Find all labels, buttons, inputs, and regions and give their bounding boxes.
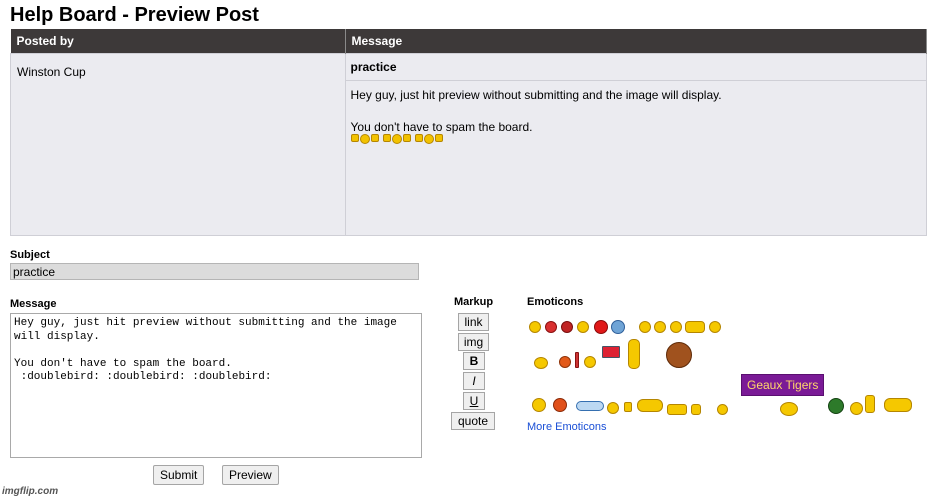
bird-hand-icon [350,134,359,142]
underline-button[interactable]: U [463,392,485,410]
subject-input[interactable] [10,263,419,280]
wink-emoticon-icon[interactable] [639,321,651,333]
subject-label: Subject [10,249,50,261]
link-button[interactable]: link [458,313,489,331]
bird-hand-icon [370,134,379,142]
bold-button[interactable]: B [463,352,485,370]
smile-small-emoticon-icon[interactable] [717,404,728,415]
grin-emoticon-icon[interactable] [670,321,682,333]
sign-holder-emoticon-icon[interactable] [780,402,798,416]
happy-emoticon-icon[interactable] [709,321,721,333]
doublebird-small-emoticon-icon[interactable] [667,404,687,415]
author-cell: Winston Cup [10,53,346,236]
posted-by-header: Posted by [10,29,346,54]
preview-content-row: Winston Cup practice Hey guy, just hit p… [10,53,927,236]
preview-header-row: Posted by Message [10,29,927,54]
cool-emoticon-icon[interactable] [559,356,571,368]
mad-emoticon-icon[interactable] [561,321,573,333]
dive-emoticon-icon[interactable] [884,398,912,412]
author-name: Winston Cup [17,65,86,79]
sunglasses-emoticon-icon[interactable] [850,402,863,415]
bird-emoticon-icon[interactable] [691,404,701,415]
preview-body: Hey guy, just hit preview without submit… [346,81,927,228]
smile-emoticon-icon[interactable] [577,321,589,333]
message-header: Message [345,29,927,54]
smiley-face-icon [391,134,402,144]
more-emoticons-link[interactable]: More Emoticons [527,421,606,433]
preview-subject: practice [345,54,926,81]
smirk-emoticon-icon[interactable] [584,356,596,368]
preview-body-line-2: You don't have to spam the board. [350,120,533,134]
cool-badge-emoticon-icon[interactable] [576,401,604,411]
banana-emoticon-icon[interactable] [628,339,640,369]
tongue-emoticon-icon[interactable] [654,321,666,333]
img-button[interactable]: img [458,333,489,351]
bird-hand-icon [434,134,443,142]
markup-label: Markup [454,296,494,308]
quote-button[interactable]: quote [451,412,495,430]
wave-emoticon-icon[interactable] [865,395,875,413]
confused-emoticon-icon[interactable] [611,320,625,334]
smiley-face-icon [423,134,434,144]
submit-button[interactable]: Submit [153,465,205,485]
army-emoticon-icon[interactable] [828,398,844,414]
preview-table: Posted by Message Winston Cup practice H… [10,29,927,236]
laughing-emoticon-icon[interactable] [529,321,541,333]
sign-emoticon-icon[interactable] [575,352,579,368]
bird-hand-icon [414,134,423,142]
doublebird-emoticon-icon[interactable] [685,321,705,333]
thumb-icon[interactable] [624,402,632,412]
italic-button[interactable]: I [463,372,485,390]
preview-emoticon-row [350,134,922,144]
peek-emoticon-icon[interactable] [534,357,548,369]
thumbs-emoticon-icon[interactable] [607,402,619,414]
hide-emoticon-icon[interactable] [553,398,567,412]
doublebird-emoticon-2 [382,134,411,144]
preview-body-line-1: Hey guy, just hit preview without submit… [350,88,722,102]
message-cell: practice Hey guy, just hit preview witho… [344,53,927,236]
angry-emoticon-icon[interactable] [545,321,557,333]
devil-emoticon-icon[interactable] [594,320,608,334]
emoticon-tooltip: Geaux Tigers [741,374,825,396]
message-label: Message [10,298,57,310]
watermark-logo: imgflip.com [2,486,59,497]
violin-emoticon-icon[interactable] [666,342,692,368]
bird-hand-icon [382,134,391,142]
bird-hand-icon [402,134,411,142]
smiley-face-icon [359,134,370,144]
emoticons-label: Emoticons [527,296,584,308]
message-textarea[interactable]: Hey guy, just hit preview without submit… [10,313,422,458]
flag-emoticon-icon[interactable] [602,346,620,358]
page-title: Help Board - Preview Post [10,4,259,26]
doublebird-emoticon-3 [414,134,443,144]
preview-button[interactable]: Preview [222,465,279,485]
doublebird-emoticon-1 [350,134,379,144]
jump-emoticon-icon[interactable] [637,399,663,412]
shrug-emoticon-icon[interactable] [532,398,546,412]
